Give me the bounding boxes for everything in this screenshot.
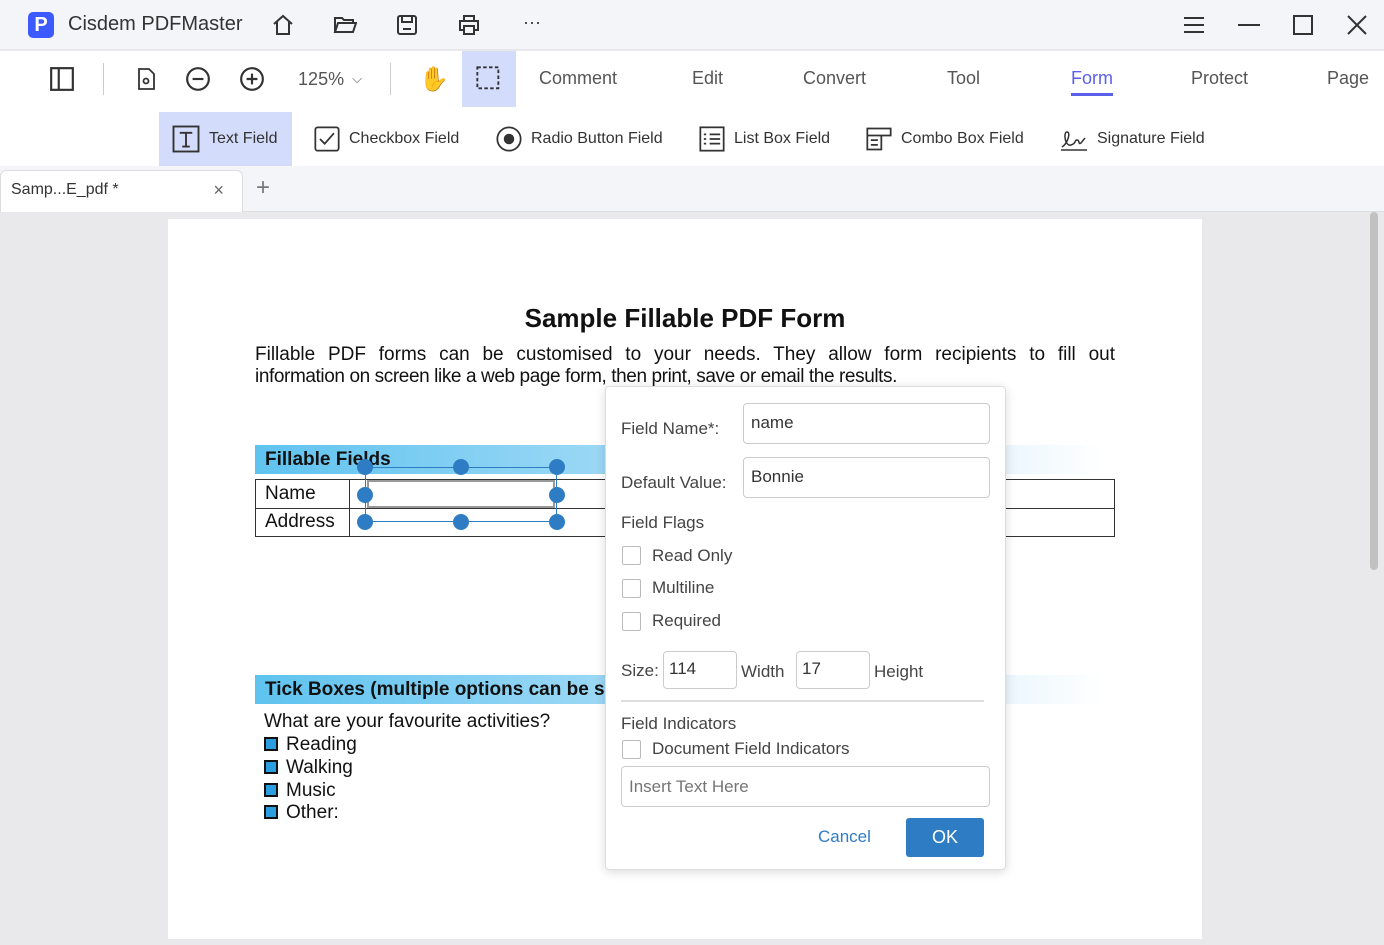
minimize-icon[interactable] bbox=[1237, 13, 1261, 37]
question: What are your favourite activities? bbox=[264, 711, 551, 732]
save-icon[interactable] bbox=[395, 13, 419, 37]
field-indicators-label: Field Indicators bbox=[621, 714, 737, 733]
text-field-button[interactable]: Text Field bbox=[159, 112, 292, 166]
signature-icon bbox=[1061, 131, 1087, 151]
resize-handle[interactable] bbox=[453, 459, 469, 475]
close-icon[interactable] bbox=[1345, 13, 1369, 37]
required-checkbox[interactable] bbox=[622, 612, 641, 631]
radio-icon bbox=[496, 126, 522, 152]
row-label-address: Address bbox=[265, 511, 335, 532]
menu-page[interactable]: Page bbox=[1327, 68, 1369, 89]
list-icon bbox=[699, 126, 725, 152]
combo-box-icon bbox=[866, 127, 892, 151]
document-field-indicators-label: Document Field Indicators bbox=[652, 739, 850, 758]
label: Signature Field bbox=[1097, 130, 1205, 147]
read-only-checkbox[interactable] bbox=[622, 546, 641, 565]
resize-handle[interactable] bbox=[549, 514, 565, 530]
multiline-label: Multiline bbox=[652, 578, 715, 597]
zoom-in-icon[interactable] bbox=[230, 51, 274, 107]
option-reading[interactable]: Reading bbox=[264, 734, 357, 756]
doc-title: Sample Fillable PDF Form bbox=[524, 303, 846, 333]
default-value-label: Default Value: bbox=[621, 473, 727, 492]
checkbox-icon bbox=[314, 126, 340, 152]
resize-handle[interactable] bbox=[549, 487, 565, 503]
cancel-button[interactable]: Cancel bbox=[818, 827, 871, 847]
width-input[interactable]: 114 bbox=[663, 651, 737, 689]
app-logo: P bbox=[28, 12, 54, 38]
field-name-label: Field Name*: bbox=[621, 419, 720, 438]
insert-text-input[interactable] bbox=[621, 766, 990, 807]
radio-button-field-button[interactable]: Radio Button Field bbox=[483, 112, 675, 166]
doc-intro-2: information on screen like a web page fo… bbox=[255, 366, 898, 387]
page-settings-icon[interactable] bbox=[124, 51, 168, 107]
open-folder-icon[interactable] bbox=[333, 13, 357, 37]
resize-handle[interactable] bbox=[357, 487, 373, 503]
read-only-label: Read Only bbox=[652, 546, 733, 565]
select-area-icon[interactable] bbox=[462, 51, 516, 107]
home-icon[interactable] bbox=[271, 13, 295, 37]
resize-handle[interactable] bbox=[357, 514, 373, 530]
field-properties-dialog: Field Name*: name Default Value: Bonnie … bbox=[605, 386, 1006, 870]
ok-button[interactable]: OK bbox=[906, 818, 984, 857]
maximize-icon[interactable] bbox=[1291, 13, 1315, 37]
label: Combo Box Field bbox=[901, 130, 1024, 147]
height-input[interactable]: 17 bbox=[796, 651, 870, 689]
zoom-out-icon[interactable] bbox=[176, 51, 220, 107]
doc-intro-1: Fillable PDF forms can be customised to … bbox=[255, 344, 1115, 365]
width-label: Width bbox=[741, 662, 785, 681]
default-value-input[interactable]: Bonnie bbox=[743, 457, 990, 498]
more-icon[interactable]: ··· bbox=[523, 12, 541, 33]
resize-handle[interactable] bbox=[357, 459, 373, 475]
menu-tool[interactable]: Tool bbox=[947, 68, 980, 89]
tab-title: Samp...E_pdf * bbox=[11, 181, 119, 198]
checkbox-field-button[interactable]: Checkbox Field bbox=[301, 112, 471, 166]
resize-handle[interactable] bbox=[453, 514, 469, 530]
add-tab-icon[interactable]: + bbox=[256, 174, 270, 202]
vertical-scrollbar[interactable] bbox=[1370, 212, 1378, 570]
resize-handle[interactable] bbox=[549, 459, 565, 475]
combo-box-field-button[interactable]: Combo Box Field bbox=[853, 112, 1036, 166]
zoom-select[interactable]: 125% ⌵ bbox=[285, 51, 375, 107]
option-walking[interactable]: Walking bbox=[264, 757, 353, 779]
print-icon[interactable] bbox=[457, 13, 481, 37]
signature-field-button[interactable]: Signature Field bbox=[1047, 112, 1217, 166]
menu-protect[interactable]: Protect bbox=[1191, 68, 1248, 89]
sidebar-toggle-icon[interactable] bbox=[40, 51, 84, 107]
row-label-name: Name bbox=[265, 483, 316, 504]
option-music[interactable]: Music bbox=[264, 780, 336, 802]
menu-icon[interactable] bbox=[1182, 13, 1206, 37]
label: Text Field bbox=[209, 130, 278, 147]
field-name-input[interactable]: name bbox=[743, 403, 990, 444]
size-label: Size: bbox=[621, 661, 659, 680]
label: Checkbox Field bbox=[349, 130, 460, 147]
label: Radio Button Field bbox=[531, 130, 663, 147]
chevron-down-icon: ⌵ bbox=[352, 71, 362, 86]
document-tab[interactable]: Samp...E_pdf * × bbox=[0, 170, 243, 212]
text-field-icon bbox=[172, 125, 200, 153]
list-box-field-button[interactable]: List Box Field bbox=[686, 112, 842, 166]
toolbar: 125% ⌵ ✋ Comment Edit Convert Tool Form P… bbox=[0, 51, 1384, 109]
zoom-value: 125% bbox=[298, 68, 345, 89]
required-label: Required bbox=[652, 611, 721, 630]
menu-convert[interactable]: Convert bbox=[803, 68, 866, 89]
height-label: Height bbox=[874, 662, 924, 681]
title-bar: P Cisdem PDFMaster ··· bbox=[0, 0, 1384, 50]
tab-close-icon[interactable]: × bbox=[213, 180, 224, 201]
field-flags-label: Field Flags bbox=[621, 513, 705, 532]
option-other[interactable]: Other: bbox=[264, 802, 339, 824]
label: List Box Field bbox=[734, 130, 831, 147]
menu-edit[interactable]: Edit bbox=[692, 68, 723, 89]
hand-tool-icon[interactable]: ✋ bbox=[412, 51, 456, 107]
document-field-indicators-checkbox[interactable] bbox=[622, 740, 641, 759]
menu-comment[interactable]: Comment bbox=[539, 68, 617, 89]
multiline-checkbox[interactable] bbox=[622, 579, 641, 598]
menu-form[interactable]: Form bbox=[1071, 68, 1113, 96]
app-title: Cisdem PDFMaster bbox=[68, 13, 243, 35]
